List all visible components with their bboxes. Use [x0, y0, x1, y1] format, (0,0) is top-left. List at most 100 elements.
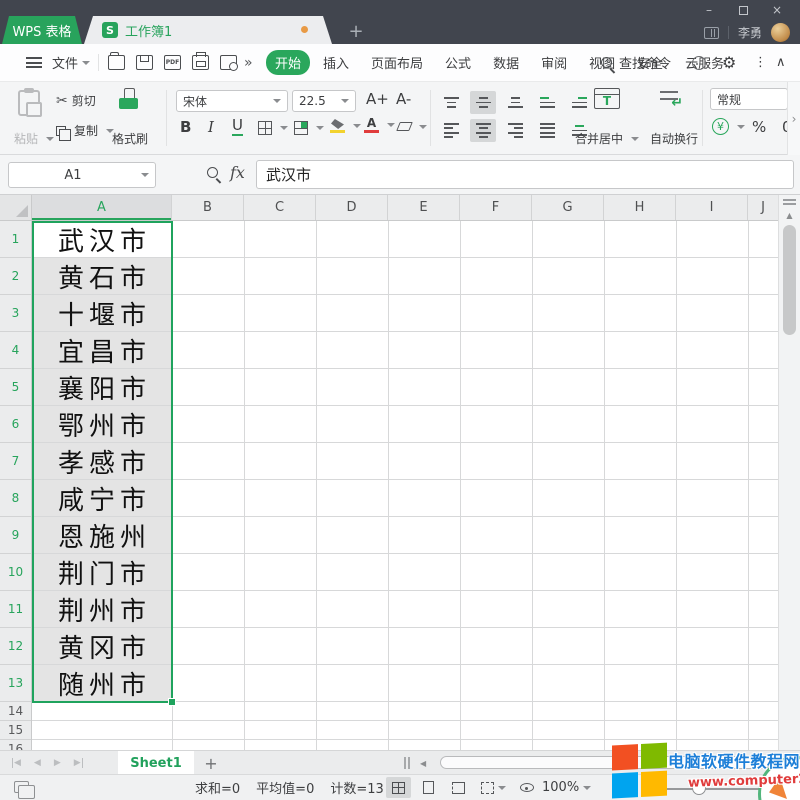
first-sheet-icon[interactable]: ◀: [12, 758, 21, 768]
font-name-select[interactable]: 宋体: [176, 90, 288, 112]
cell-a1[interactable]: 武汉市: [32, 221, 172, 257]
align-center-button[interactable]: [470, 119, 496, 142]
row-header[interactable]: 1: [0, 221, 31, 258]
cell-a12[interactable]: 黄冈市: [32, 628, 172, 664]
empty-row[interactable]: [32, 721, 778, 740]
zoom-slider-handle[interactable]: [692, 781, 706, 795]
settings-button[interactable]: ⚙: [722, 44, 736, 81]
zoom-formula-icon[interactable]: [207, 167, 218, 178]
select-all-corner[interactable]: [0, 195, 32, 220]
bold-button[interactable]: B: [180, 118, 191, 136]
feedback-button[interactable]: [692, 44, 706, 81]
tab-page-layout[interactable]: 页面布局: [362, 50, 432, 75]
custom-view-button[interactable]: [476, 777, 510, 798]
hamburger-menu-button[interactable]: [26, 44, 42, 81]
align-top-button[interactable]: [438, 91, 464, 114]
borders-button[interactable]: [258, 121, 288, 135]
insert-function-fx-icon[interactable]: fx: [230, 163, 245, 182]
percent-format-button[interactable]: %: [752, 118, 766, 136]
underline-button[interactable]: U: [232, 118, 243, 136]
increase-indent-button[interactable]: [566, 91, 592, 114]
currency-format-button[interactable]: ¥: [712, 118, 745, 135]
fill-handle[interactable]: [168, 698, 176, 706]
paste-button[interactable]: [18, 90, 40, 116]
cell-a2[interactable]: 黄石市: [32, 258, 172, 294]
cell-a8[interactable]: 咸宁市: [32, 480, 172, 516]
column-header-e[interactable]: E: [388, 195, 460, 220]
format-painter-button[interactable]: [118, 88, 140, 112]
column-header-d[interactable]: D: [316, 195, 388, 220]
row-header[interactable]: 9: [0, 517, 31, 554]
column-header-f[interactable]: F: [460, 195, 532, 220]
row-header[interactable]: 15: [0, 721, 31, 740]
collapse-ribbon-icon[interactable]: ∧: [776, 44, 786, 81]
row-header[interactable]: 16: [0, 740, 31, 750]
merge-center-button[interactable]: T: [594, 88, 620, 109]
cell-a7[interactable]: 孝感市: [32, 443, 172, 479]
align-left-button[interactable]: [438, 119, 464, 142]
formula-input[interactable]: 武汉市: [256, 160, 794, 189]
cell-a4[interactable]: 宜昌市: [32, 332, 172, 368]
cell-a10[interactable]: 荆门市: [32, 554, 172, 590]
font-color-button[interactable]: A: [364, 117, 395, 133]
align-right-button[interactable]: [502, 119, 528, 142]
align-bottom-button[interactable]: [502, 91, 528, 114]
more-commands-icon[interactable]: »: [244, 44, 253, 81]
scroll-left-arrow-icon[interactable]: ◀: [420, 759, 426, 768]
empty-row[interactable]: [32, 702, 778, 721]
close-button[interactable]: ×: [760, 0, 794, 20]
cell-a9[interactable]: 恩施州: [32, 517, 172, 553]
user-avatar[interactable]: [771, 23, 790, 42]
column-header-j[interactable]: J: [748, 195, 778, 220]
tab-formulas[interactable]: 公式: [436, 50, 480, 75]
number-format-select[interactable]: 常规: [710, 88, 788, 110]
tab-home[interactable]: 开始: [266, 50, 310, 75]
page-break-view-button[interactable]: [446, 777, 471, 798]
column-header-g[interactable]: G: [532, 195, 604, 220]
scroll-up-arrow-icon[interactable]: ▲: [779, 211, 800, 220]
cell-a5[interactable]: 襄阳市: [32, 369, 172, 405]
split-handle-icon[interactable]: [783, 199, 796, 201]
format-painter-label[interactable]: 格式刷: [106, 130, 154, 147]
row-header[interactable]: 13: [0, 665, 31, 702]
selection-mode-icon[interactable]: [14, 781, 29, 793]
italic-button[interactable]: I: [208, 118, 214, 136]
row-header[interactable]: 3: [0, 295, 31, 332]
merge-center-label[interactable]: 合并居中: [566, 130, 648, 147]
open-file-icon[interactable]: [108, 55, 125, 70]
print-preview-icon[interactable]: [220, 55, 237, 70]
minimize-button[interactable]: –: [692, 0, 726, 20]
column-header-c[interactable]: C: [244, 195, 316, 220]
cell-a3[interactable]: 十堰市: [32, 295, 172, 331]
print-icon[interactable]: [192, 55, 209, 70]
column-header-a[interactable]: A: [32, 195, 172, 220]
decrease-indent-button[interactable]: [534, 91, 560, 114]
row-header[interactable]: 8: [0, 480, 31, 517]
cell-a11[interactable]: 荆州市: [32, 591, 172, 627]
new-document-tab-button[interactable]: +: [346, 21, 366, 42]
row-header[interactable]: 7: [0, 443, 31, 480]
zoom-level-button[interactable]: 100%: [542, 775, 591, 800]
file-menu[interactable]: 文件: [52, 44, 90, 81]
row-header[interactable]: 4: [0, 332, 31, 369]
align-middle-button[interactable]: [470, 91, 496, 114]
cell-a13[interactable]: 随州市: [32, 665, 172, 701]
overflow-menu-icon[interactable]: ⋮: [754, 44, 767, 81]
row-header[interactable]: 5: [0, 369, 31, 406]
font-size-select[interactable]: 22.5: [292, 90, 356, 112]
column-header-b[interactable]: B: [172, 195, 244, 220]
document-tab[interactable]: S 工作簿1: [84, 16, 332, 44]
page-layout-view-button[interactable]: [416, 777, 441, 798]
empty-row[interactable]: [32, 740, 778, 750]
column-header-i[interactable]: I: [676, 195, 748, 220]
tab-review[interactable]: 审阅: [532, 50, 576, 75]
reading-view-button[interactable]: [514, 777, 539, 798]
last-sheet-icon[interactable]: ▶: [74, 758, 83, 768]
horizontal-split-handle[interactable]: [404, 757, 406, 769]
paste-label[interactable]: 粘贴: [10, 130, 58, 147]
fill-color-button[interactable]: [330, 119, 361, 133]
row-header[interactable]: 6: [0, 406, 31, 443]
normal-view-button[interactable]: [386, 777, 411, 798]
row-header[interactable]: 11: [0, 591, 31, 628]
ribbon-expand-chevron-icon[interactable]: ›: [787, 82, 800, 155]
